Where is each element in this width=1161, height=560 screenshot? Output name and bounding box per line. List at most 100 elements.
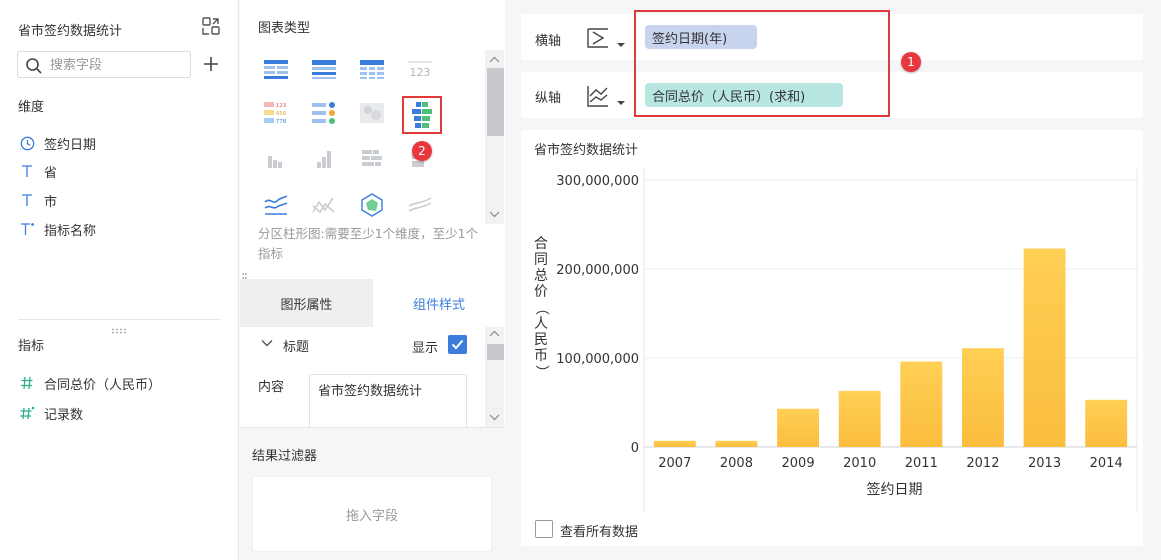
x-axis-title: 签约日期 <box>867 481 923 498</box>
bar <box>838 390 881 447</box>
annotation-badge: 2 <box>412 141 432 161</box>
show-title-checkbox[interactable] <box>448 335 467 354</box>
panel-divider <box>240 427 505 428</box>
mini-table-value: 456 <box>276 111 287 117</box>
scrollbar-thumb[interactable] <box>487 68 504 136</box>
chart-type-indicator-card-icon[interactable] <box>309 100 339 126</box>
chart-type-radar-icon[interactable] <box>357 192 387 218</box>
y-axis-title-char: ） <box>533 365 549 379</box>
chart-type-area-icon[interactable] <box>261 192 291 218</box>
chart-type-table-icon[interactable] <box>261 56 291 82</box>
chart-type-stacked-bar-icon[interactable] <box>357 146 387 172</box>
chart-type-heat-area-icon[interactable] <box>357 100 387 126</box>
search-field[interactable] <box>17 51 191 78</box>
bar <box>961 348 1004 447</box>
panel-divider <box>18 319 221 320</box>
content-label: 内容 <box>258 380 285 395</box>
chart-type-line-icon[interactable] <box>309 192 339 218</box>
dataset-title: 省市签约数据统计 <box>18 24 123 39</box>
chevron-down-icon[interactable] <box>261 337 273 353</box>
y-tick-label: 100,000,000 <box>556 352 639 367</box>
see-all-data-checkbox[interactable] <box>535 520 553 538</box>
switch-dataset-icon[interactable] <box>201 16 221 36</box>
chart-type-scatter-line-icon[interactable] <box>405 192 435 218</box>
dimension-label: 省 <box>44 165 58 181</box>
x-tick-label: 2007 <box>658 456 691 471</box>
title-section-label: 标题 <box>283 340 310 355</box>
dimension-item-metric-name[interactable]: 指标名称 <box>18 218 96 240</box>
y-axis-title: 合同总价（人民币） <box>533 236 549 379</box>
chart-type-colored-table-icon[interactable]: 123 456 778 <box>261 100 291 126</box>
bar <box>1085 399 1128 447</box>
y-tick-label: 0 <box>631 441 639 456</box>
y-axis-label: 纵轴 <box>535 91 562 106</box>
chart-type-partition-bar-selected[interactable] <box>402 96 442 134</box>
mini-table-value: 778 <box>276 119 287 125</box>
search-icon <box>26 58 42 74</box>
chart-type-cross-table-icon[interactable] <box>309 56 339 82</box>
y-tick-label: 200,000,000 <box>556 263 639 278</box>
y-axis-title-char: 人 <box>534 316 548 332</box>
x-axis-label: 横轴 <box>535 34 562 49</box>
dimension-item-province[interactable]: 省 <box>18 160 57 182</box>
chart-type-bar-icon[interactable] <box>309 146 339 172</box>
mini-table-value: 123 <box>276 103 287 109</box>
bar <box>653 440 696 447</box>
data-panel <box>0 0 239 560</box>
show-title-label: 显示 <box>412 341 439 356</box>
chart-type-detail-table-icon[interactable] <box>357 56 387 82</box>
bar <box>715 440 758 447</box>
properties-scrollbar[interactable] <box>485 327 504 427</box>
kpi-icon-label: 123 <box>410 66 431 79</box>
number-type-icon <box>18 376 36 390</box>
title-content-input[interactable]: 省市签约数据统计 <box>309 374 467 428</box>
bar <box>900 361 943 447</box>
x-tick-label: 2014 <box>1090 456 1123 471</box>
y-tick-label: 300,000,000 <box>556 174 639 189</box>
dimension-item-city[interactable]: 市 <box>18 189 57 211</box>
bar <box>777 408 820 447</box>
result-filter-title: 结果过滤器 <box>252 449 318 464</box>
metric-item-contract-total[interactable]: 合同总价（人民币） <box>18 372 161 394</box>
y-axis-title-char: 总 <box>534 268 548 284</box>
x-axis-type-icon[interactable] <box>586 26 628 54</box>
metric-label: 合同总价（人民币） <box>44 377 162 393</box>
chart-type-kpi-icon[interactable]: 123 <box>405 56 435 82</box>
y-axis-title-char: 合 <box>534 236 548 252</box>
number-type-calc-icon <box>18 406 36 420</box>
scrollbar-thumb[interactable] <box>487 344 504 360</box>
x-tick-label: 2009 <box>782 456 815 471</box>
filter-drop-zone[interactable]: 拖入字段 <box>252 476 492 552</box>
y-axis-title-char: 币 <box>534 348 548 364</box>
bar <box>1023 248 1066 447</box>
dimension-item-date[interactable]: 签约日期 <box>18 132 96 154</box>
metric-item-record-count[interactable]: 记录数 <box>18 402 83 424</box>
text-type-icon <box>18 164 36 178</box>
drop-field-hint: 拖入字段 <box>345 508 398 524</box>
y-axis-title-char: 价 <box>534 284 548 300</box>
y-axis-title-char: 民 <box>534 332 548 348</box>
clock-icon <box>18 136 36 151</box>
x-tick-label: 2012 <box>966 456 999 471</box>
annotation-badge: 1 <box>901 52 921 72</box>
y-axis-type-icon[interactable] <box>586 84 628 112</box>
x-tick-label: 2013 <box>1028 456 1061 471</box>
add-field-icon[interactable] <box>202 55 220 73</box>
dimension-label: 签约日期 <box>44 137 97 153</box>
y-axis-title-char: （ <box>533 301 549 315</box>
metrics-label: 指标 <box>18 339 45 354</box>
x-tick-label: 2011 <box>905 456 938 471</box>
tab-graph-properties[interactable]: 图形属性 <box>240 279 373 327</box>
see-all-data-label: 查看所有数据 <box>560 525 639 540</box>
search-input[interactable] <box>50 55 186 75</box>
tab-component-style[interactable]: 组件样式 <box>373 279 505 327</box>
x-tick-label: 2010 <box>843 456 876 471</box>
chart-type-description: 分区柱形图:需要至少1个维度，至少1个指标 <box>258 226 479 261</box>
resize-handle-icon[interactable] <box>111 323 127 334</box>
chart-type-grouped-bar-icon[interactable] <box>261 146 291 172</box>
dimensions-label: 维度 <box>18 100 45 115</box>
x-tick-label: 2008 <box>720 456 753 471</box>
chart-types-title: 图表类型 <box>258 21 311 36</box>
bar-chart: 0 100,000,000 200,000,000 300,000,000 2007 20… <box>533 168 1138 512</box>
dimension-label: 指标名称 <box>44 223 97 239</box>
